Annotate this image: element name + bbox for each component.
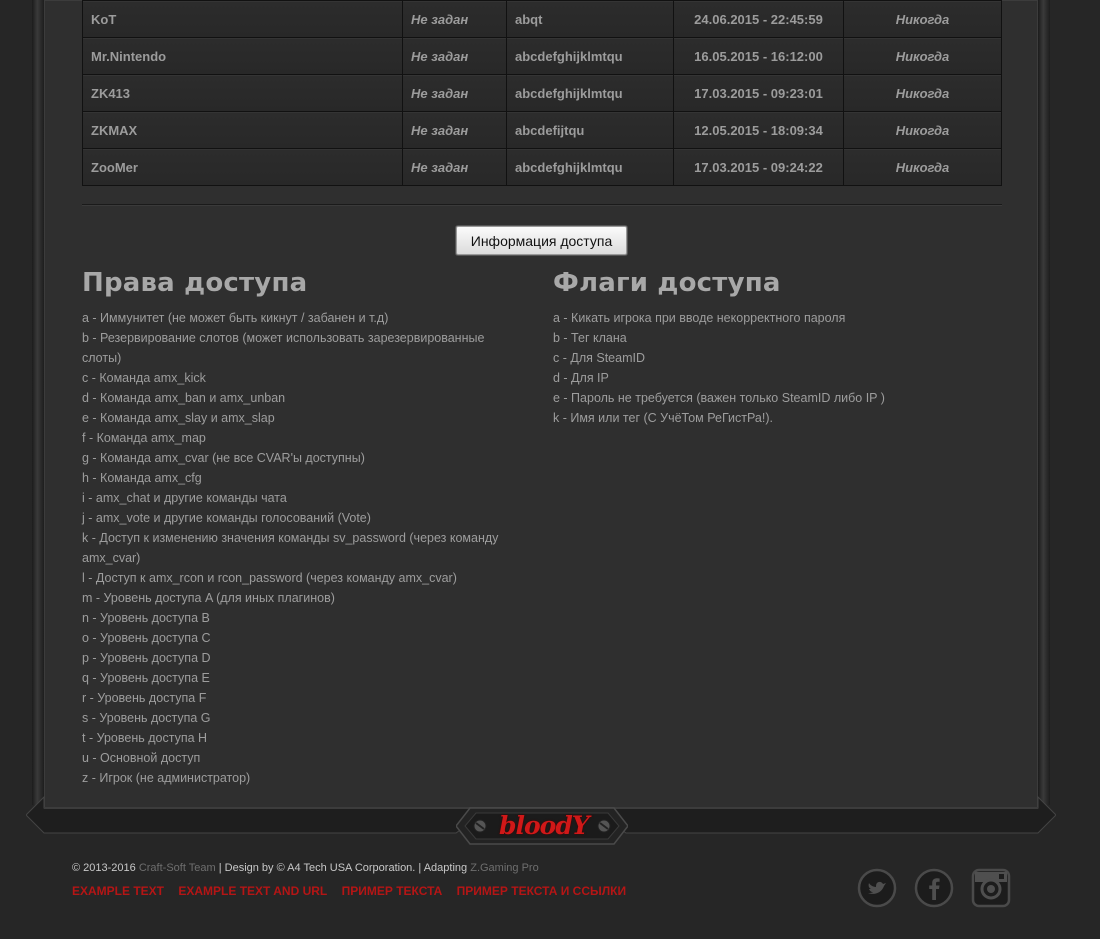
access-flags-cell: abcdefghijklmtqu <box>506 148 674 186</box>
copyright-text: © 2013-2016 <box>72 862 136 874</box>
date-added-cell: 17.03.2015 - 09:24:22 <box>673 148 844 186</box>
expires-cell: Никогда <box>843 74 1002 112</box>
table-row: ZKMAX Не задан abcdefijtqu 12.05.2015 - 18:… <box>82 111 1002 149</box>
screw-icon <box>597 819 611 833</box>
expires-cell: Никогда <box>843 111 1002 149</box>
admin-name-cell: ZooMer <box>82 148 403 186</box>
footer-link[interactable]: EXAMPLE TEXT AND URL <box>178 884 327 898</box>
access-flag-item: c - Для SteamID <box>553 351 645 365</box>
admin-name-cell: KoT <box>82 0 403 38</box>
access-right-item: r - Уровень доступа F <box>82 691 207 705</box>
table-row: Mr.Nintendo Не задан abcdefghijklmtqu 16.05… <box>82 37 1002 75</box>
access-right-item: k - Доступ к изменению значения команды … <box>82 531 499 565</box>
footer-link[interactable]: EXAMPLE TEXT <box>72 884 164 898</box>
password-cell: Не задан <box>402 37 507 75</box>
password-cell: Не задан <box>402 111 507 149</box>
access-flag-item: d - Для IP <box>553 371 609 385</box>
access-flags-cell: abcdefghijklmtqu <box>506 74 674 112</box>
admin-name-cell: ZKMAX <box>82 111 403 149</box>
access-right-item: p - Уровень доступа D <box>82 651 211 665</box>
admin-name-cell: Mr.Nintendo <box>82 37 403 75</box>
access-flags-cell: abcdefijtqu <box>506 111 674 149</box>
table-row: KoT Не задан abqt 24.06.2015 - 22:45:59 Нико… <box>82 0 1002 38</box>
access-right-item: g - Команда amx_cvar (не все CVAR'ы дост… <box>82 451 365 465</box>
password-cell: Не задан <box>402 148 507 186</box>
access-right-item: s - Уровень доступа G <box>82 711 211 725</box>
footer-link[interactable]: ПРИМЕР ТЕКСТА И ССЫЛКИ <box>457 884 626 898</box>
access-right-item: h - Команда amx_cfg <box>82 471 202 485</box>
instagram-icon[interactable] <box>971 868 1011 908</box>
admin-name-cell: ZK413 <box>82 74 403 112</box>
access-flags-title: Флаги доступа <box>553 268 781 298</box>
access-right-item: l - Доступ к amx_rcon и rcon_password (ч… <box>82 571 457 585</box>
design-credit: | Design by © A4 Tech USA Corporation. |… <box>218 862 468 874</box>
access-right-item: d - Команда amx_ban и amx_unban <box>82 391 286 405</box>
password-cell: Не задан <box>402 0 507 38</box>
footer-link[interactable]: ПРИМЕР ТЕКСТА <box>342 884 443 898</box>
access-flag-item: e - Пароль не требуется (важен только St… <box>553 391 885 405</box>
access-rights-title: Права доступа <box>82 268 308 298</box>
access-right-item: b - Резервирование слотов (может использ… <box>82 331 485 365</box>
facebook-icon[interactable] <box>914 868 954 908</box>
date-added-cell: 17.03.2015 - 09:23:01 <box>673 74 844 112</box>
access-right-item: m - Уровень доступа A (для иных плагинов… <box>82 591 335 605</box>
access-right-item: z - Игрок (не администратор) <box>82 771 251 785</box>
access-rights-list: a - Иммунитет (не может быть кикнут / за… <box>82 308 522 788</box>
table-row: ZooMer Не задан abcdefghijklmtqu 17.03.2015… <box>82 148 1002 186</box>
access-info-button[interactable]: Информация доступа <box>456 226 627 255</box>
table-row: ZK413 Не задан abcdefghijklmtqu 17.03.2015 … <box>82 74 1002 112</box>
admins-table: KoT Не задан abqt 24.06.2015 - 22:45:59 Нико… <box>82 0 1002 186</box>
expires-cell: Никогда <box>843 0 1002 38</box>
access-right-item: t - Уровень доступа H <box>82 731 208 745</box>
password-cell: Не задан <box>402 74 507 112</box>
access-right-item: u - Основной доступ <box>82 751 201 765</box>
access-right-item: c - Команда amx_kick <box>82 371 206 385</box>
adapt-link[interactable]: Z.Gaming Pro <box>470 862 538 874</box>
access-right-item: a - Иммунитет (не может быть кикнут / за… <box>82 311 389 325</box>
expires-cell: Никогда <box>843 148 1002 186</box>
access-flag-item: a - Кикать игрока при вводе некорректног… <box>553 311 846 325</box>
date-added-cell: 12.05.2015 - 18:09:34 <box>673 111 844 149</box>
section-divider <box>82 204 1002 205</box>
access-flag-item: b - Тег клана <box>553 331 627 345</box>
expires-cell: Никогда <box>843 37 1002 75</box>
brand-logo[interactable]: bloodY <box>499 811 590 840</box>
left-frame-rail <box>32 0 44 805</box>
access-right-item: o - Уровень доступа C <box>82 631 211 645</box>
access-flag-item: k - Имя или тег (С УчёТом РеГистРа!). <box>553 411 773 425</box>
access-right-item: n - Уровень доступа B <box>82 611 210 625</box>
date-added-cell: 16.05.2015 - 16:12:00 <box>673 37 844 75</box>
screw-icon <box>473 819 487 833</box>
access-right-item: f - Команда amx_map <box>82 431 206 445</box>
footer-copyright: © 2013-2016 Craft-Soft Team | Design by … <box>72 862 539 874</box>
access-right-item: e - Команда amx_slay и amx_slap <box>82 411 275 425</box>
right-frame-rail <box>1038 0 1050 805</box>
access-right-item: q - Уровень доступа E <box>82 671 210 685</box>
access-right-item: i - amx_chat и другие команды чата <box>82 491 287 505</box>
date-added-cell: 24.06.2015 - 22:45:59 <box>673 0 844 38</box>
team-link[interactable]: Craft-Soft Team <box>139 862 216 874</box>
access-flags-cell: abcdefghijklmtqu <box>506 37 674 75</box>
footer-links: EXAMPLE TEXT EXAMPLE TEXT AND URL ПРИМЕР… <box>72 884 637 898</box>
access-flags-list: a - Кикать игрока при вводе некорректног… <box>553 308 993 428</box>
access-right-item: j - amx_vote и другие команды голосовани… <box>82 511 371 525</box>
access-flags-cell: abqt <box>506 0 674 38</box>
twitter-icon[interactable] <box>857 868 897 908</box>
